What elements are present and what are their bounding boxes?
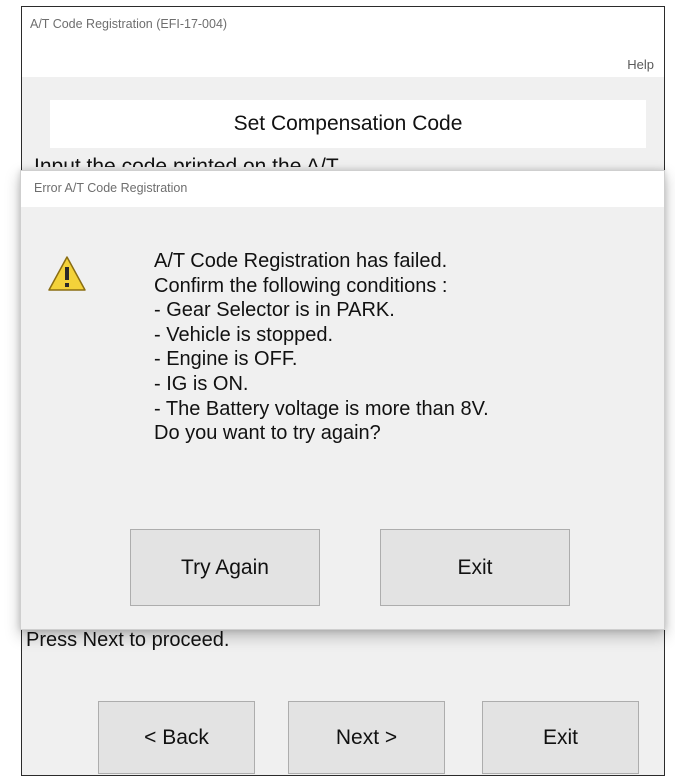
exit-button[interactable]: Exit	[482, 701, 639, 774]
window-title: A/T Code Registration (EFI-17-004)	[30, 17, 228, 31]
message-line: - IG is ON.	[154, 372, 249, 395]
dialog-titlebar: Error A/T Code Registration	[21, 171, 664, 207]
menu-bar: Help	[22, 47, 664, 77]
page-header: Set Compensation Code	[50, 100, 646, 148]
error-dialog: Error A/T Code Registration A/T Code Reg…	[20, 170, 665, 630]
error-message: A/T Code Registration has failed. Confir…	[154, 249, 489, 446]
dialog-exit-button[interactable]: Exit	[380, 529, 570, 606]
back-button[interactable]: < Back	[98, 701, 255, 774]
warning-icon	[47, 254, 87, 294]
message-line: - The Battery voltage is more than 8V.	[154, 397, 489, 420]
next-button[interactable]: Next >	[288, 701, 445, 774]
help-menu[interactable]: Help	[627, 57, 654, 72]
message-line: - Gear Selector is in PARK.	[154, 299, 395, 322]
message-line: Do you want to try again?	[154, 422, 381, 445]
window-titlebar: A/T Code Registration (EFI-17-004)	[22, 7, 664, 47]
dialog-title: Error A/T Code Registration	[34, 181, 188, 195]
page-title: Set Compensation Code	[233, 112, 463, 135]
message-line: - Vehicle is stopped.	[154, 323, 333, 346]
message-line: Confirm the following conditions :	[154, 274, 448, 297]
message-line: - Engine is OFF.	[154, 348, 298, 371]
try-again-button[interactable]: Try Again	[130, 529, 320, 606]
message-line: A/T Code Registration has failed.	[154, 250, 448, 272]
proceed-instruction: Press Next to proceed.	[26, 629, 230, 651]
instruction-text: Input the code printed on the A/T.	[34, 155, 343, 167]
